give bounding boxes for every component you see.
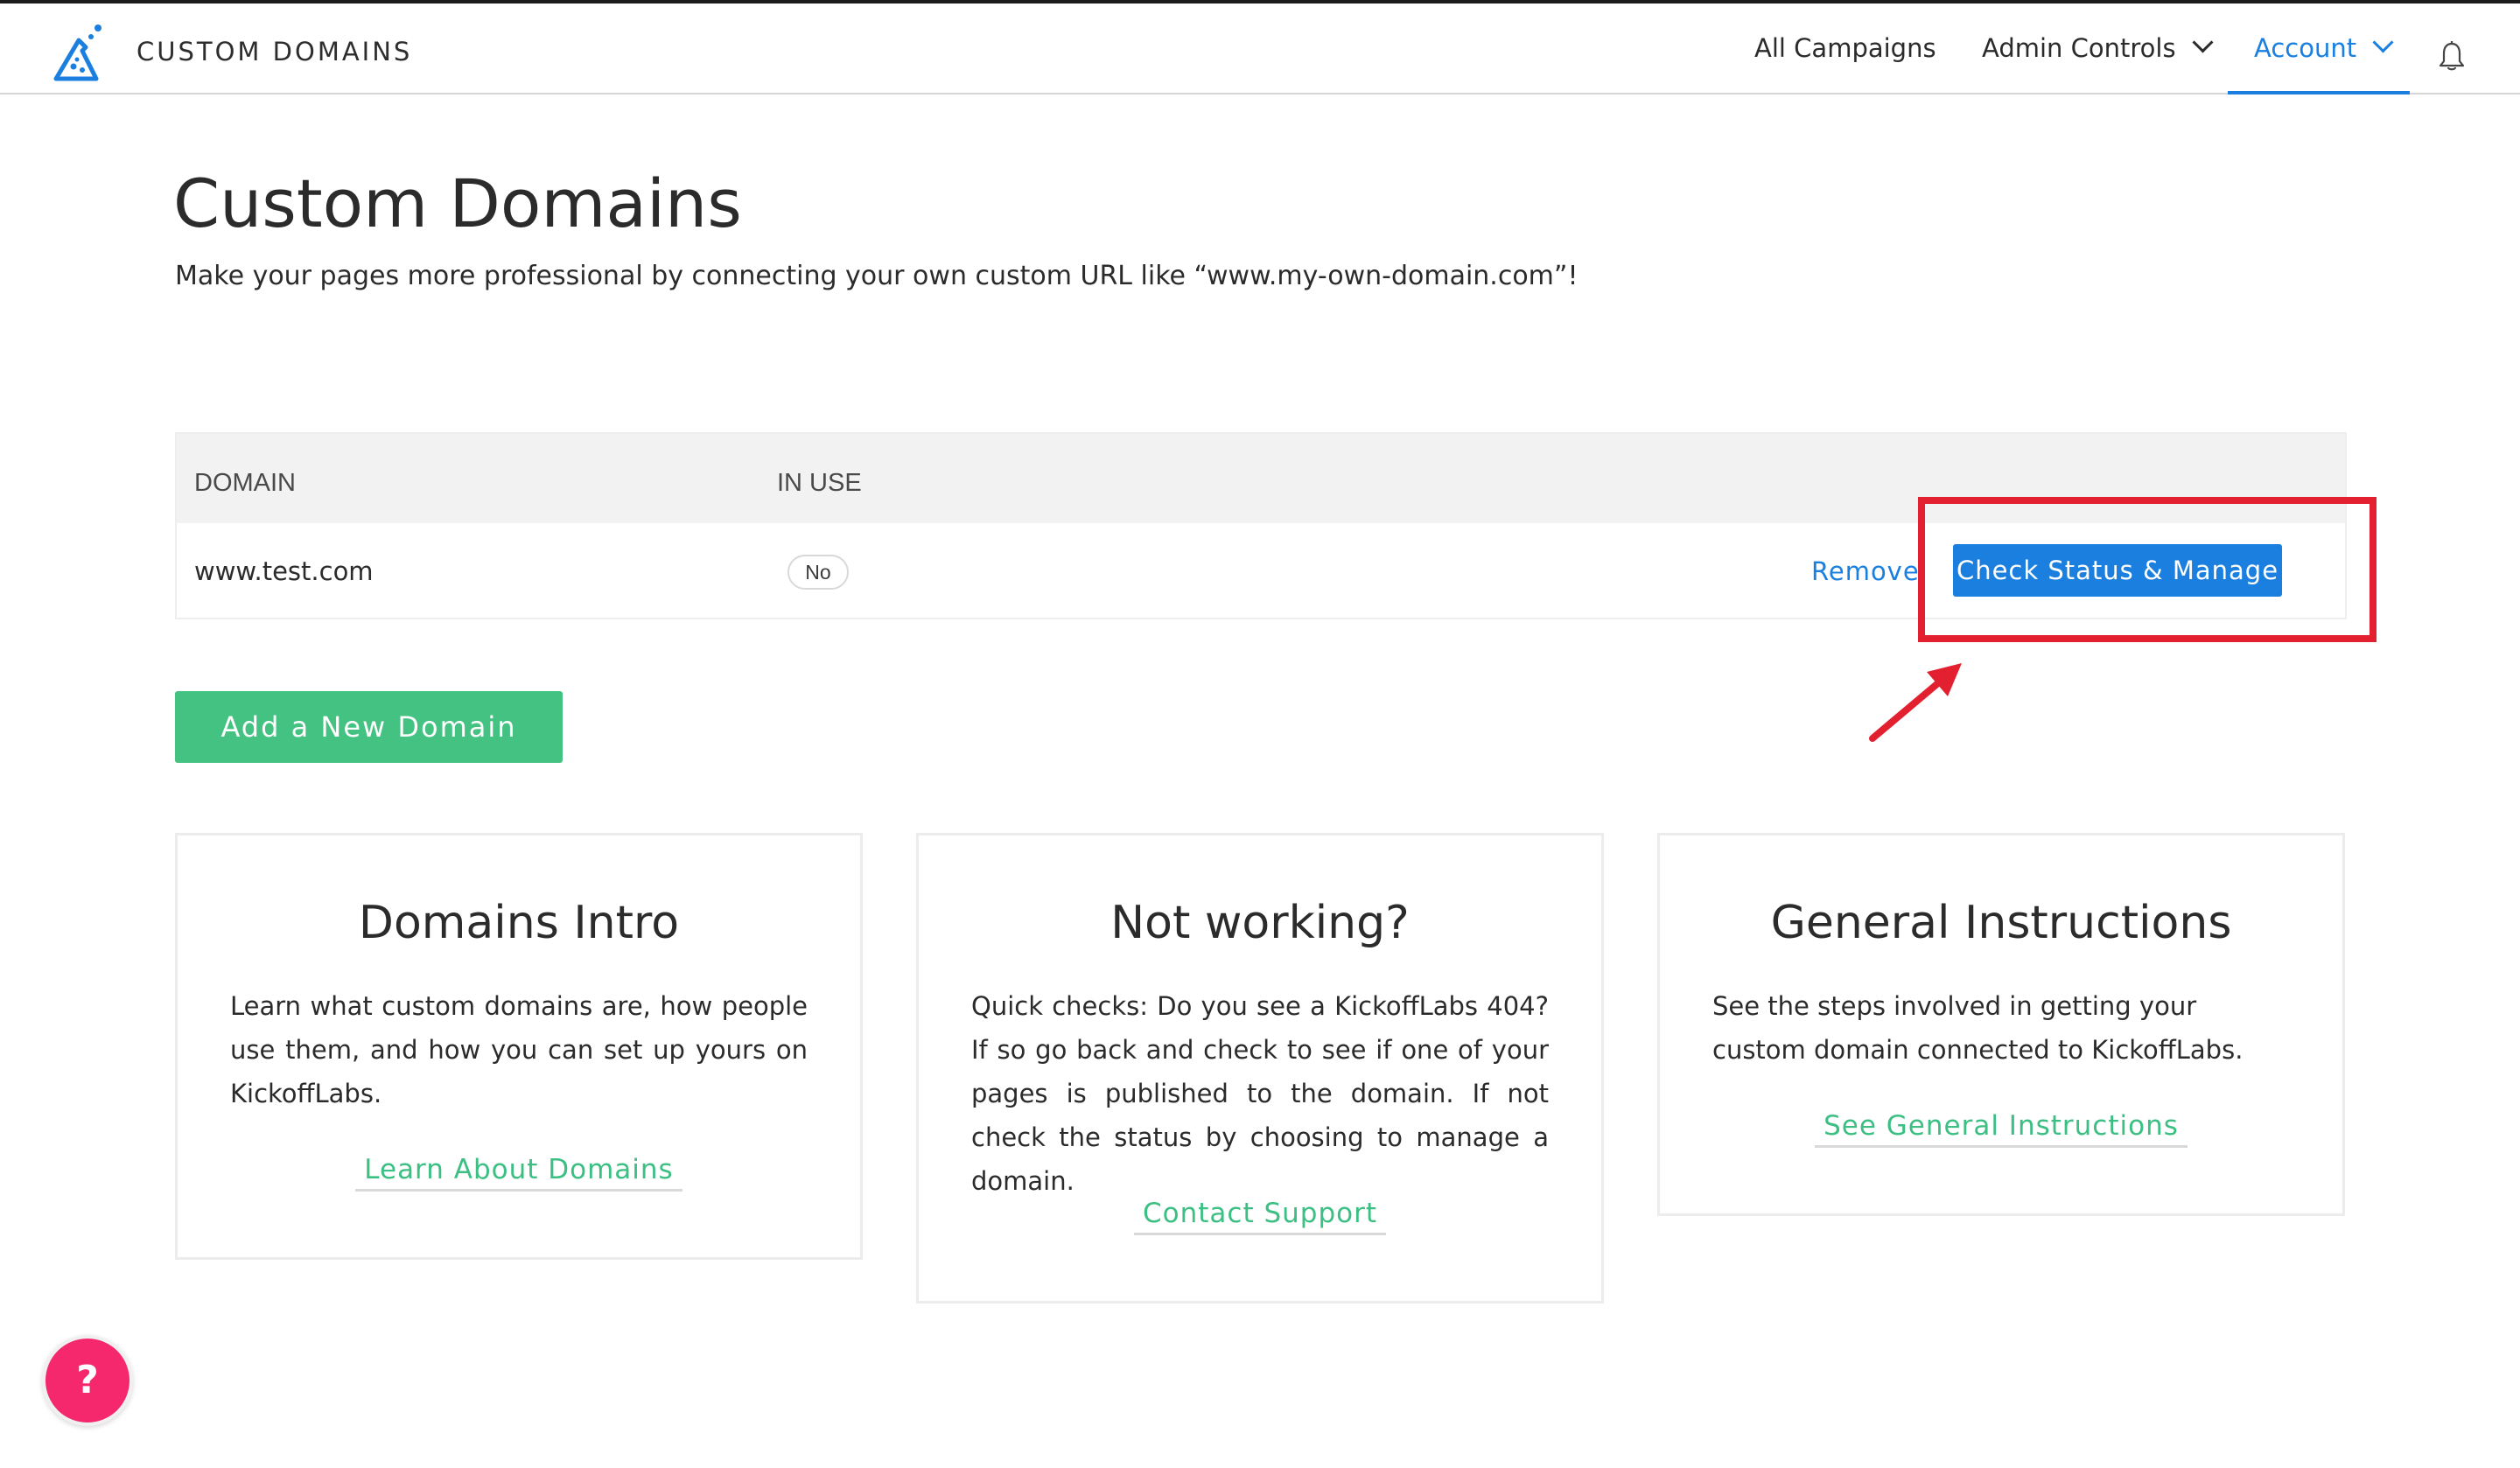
column-header-domain: DOMAIN — [194, 469, 296, 497]
card-body: See the steps involved in getting your c… — [1712, 991, 2244, 1065]
learn-about-domains-link[interactable]: Learn About Domains — [355, 1154, 682, 1192]
contact-support-link[interactable]: Contact Support — [1133, 1198, 1386, 1235]
card-title: Not working? — [1110, 897, 1410, 949]
not-working-card: Not working? Quick checks: Do you see a … — [916, 833, 1604, 1304]
nav-all-campaigns-label: All Campaigns — [1754, 33, 1936, 63]
annotation-highlight-box — [1918, 497, 2376, 642]
top-navigation-bar: CUSTOM DOMAINS All Campaigns Admin Contr… — [0, 0, 2520, 94]
domain-name-cell: www.test.com — [194, 556, 374, 586]
add-new-domain-button[interactable]: Add a New Domain — [175, 691, 563, 763]
page-subtitle: Make your pages more professional by con… — [175, 261, 1578, 291]
card-body: Learn what custom domains are, how peopl… — [230, 991, 808, 1108]
annotation-arrow-icon — [1869, 663, 1962, 742]
help-button[interactable]: ? — [42, 1335, 133, 1426]
card-body: Quick checks: Do you see a KickoffLabs 4… — [971, 991, 1549, 1196]
nav-admin-controls-label: Admin Controls — [1982, 33, 2176, 63]
nav-all-campaigns[interactable]: All Campaigns — [1754, 33, 1936, 63]
active-tab-indicator — [2228, 91, 2410, 94]
brand-title: CUSTOM DOMAINS — [136, 37, 413, 66]
card-link-wrapper: See General Instructions — [1660, 1110, 2342, 1148]
see-general-instructions-link[interactable]: See General Instructions — [1815, 1110, 2188, 1148]
nav-admin-controls[interactable]: Admin Controls — [1982, 31, 2214, 63]
chevron-down-icon — [2192, 31, 2214, 53]
in-use-badge: No — [788, 555, 849, 590]
general-instructions-card: General Instructions See the steps invol… — [1657, 833, 2345, 1216]
chevron-down-icon — [2372, 31, 2394, 53]
bell-icon[interactable] — [2438, 40, 2466, 72]
domains-intro-card: Domains Intro Learn what custom domains … — [175, 833, 863, 1260]
nav-account-label: Account — [2254, 33, 2357, 63]
column-header-in-use: IN USE — [777, 469, 862, 497]
nav-account[interactable]: Account — [2254, 31, 2394, 63]
page-title: Custom Domains — [173, 164, 742, 242]
flask-logo-icon[interactable] — [47, 21, 110, 87]
card-title: General Instructions — [1770, 897, 2232, 949]
card-link-wrapper: Contact Support — [919, 1198, 1601, 1235]
card-link-wrapper: Learn About Domains — [178, 1154, 860, 1192]
remove-domain-link[interactable]: Remove — [1811, 556, 1920, 586]
card-title: Domains Intro — [358, 897, 680, 949]
